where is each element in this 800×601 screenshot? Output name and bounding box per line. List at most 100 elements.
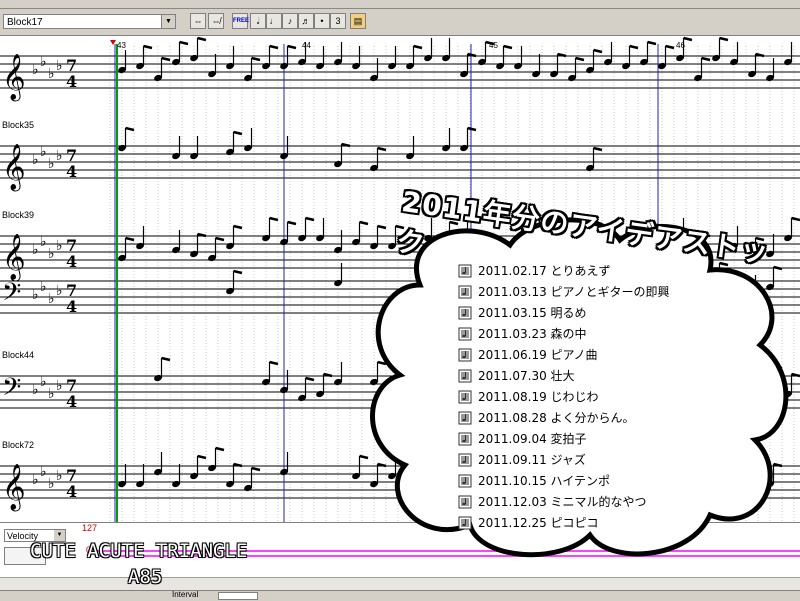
flat-icon: ♭ [56,283,63,299]
flat-icon: ♭ [32,152,39,168]
music-file-icon [458,369,472,383]
music-file-icon [458,327,472,341]
status-bar: Interval [0,590,800,601]
block-label-44: Block44 [2,350,34,360]
triplet-icon[interactable]: 3 [330,13,346,29]
flat-icon: ♭ [32,287,39,303]
flat-icon: ♭ [48,66,55,82]
flat-icon: ♭ [40,54,47,70]
music-file-icon [458,495,472,509]
note-beam [252,468,261,470]
time-signature-bottom: 4 [66,392,77,411]
flat-icon: ♭ [32,242,39,258]
note-beam [270,46,279,48]
idea-item[interactable]: 2011.02.17 とりあえず [458,260,718,281]
flat-icon: ♭ [48,156,55,172]
zoom-out-icon[interactable]: ⇎ [208,13,224,29]
note-beam [144,46,153,48]
note-beam [270,362,279,364]
music-file-icon [458,516,472,530]
chevron-down-icon[interactable]: ▼ [161,15,175,28]
free-label: FREE [233,18,249,24]
note-beam [126,128,135,130]
flat-icon: ♭ [48,476,55,492]
time-signature-bottom: 4 [66,297,77,316]
flat-icon: ♭ [56,58,63,74]
note-beam [594,50,603,52]
idea-item-label: 2011.08.28 よく分からん。 [478,409,635,426]
music-file-icon [458,285,472,299]
note-beam [468,128,477,130]
flat-icon: ♭ [56,378,63,394]
quarter-note-icon[interactable]: ♩ [266,13,282,29]
music-file-icon [458,390,472,404]
measure-number: 43 [117,41,126,50]
note-beam [216,448,225,450]
palette-icon[interactable]: ▤ [350,13,366,29]
music-file-icon [458,474,472,488]
idea-item[interactable]: 2011.12.25 ピコピコ [458,512,718,533]
idea-item-label: 2011.07.30 壮大 [478,367,575,384]
block-select-value: Block17 [7,17,43,28]
idea-item[interactable]: 2011.06.19 ピアノ曲 [458,344,718,365]
time-signature-bottom: 4 [66,162,77,181]
idea-item[interactable]: 2011.03.23 森の中 [458,323,718,344]
dot-icon[interactable]: • [314,13,330,29]
note-beam [648,42,657,44]
note-beam [666,46,675,48]
note-beam [306,218,315,220]
note-beam [378,148,387,150]
note-beam [162,58,171,60]
music-file-icon [458,411,472,425]
idea-item[interactable]: 2011.03.13 ピアノとギターの即興 [458,281,718,302]
overlay-caption: CUTE ACUTE TRIANGLE [30,540,247,562]
horizontal-scrollbar[interactable] [0,577,800,590]
eighth-note-icon[interactable]: ♪ [282,13,298,29]
idea-item[interactable]: 2011.07.30 壮大 [458,365,718,386]
note-beam [252,58,261,60]
whole-note-icon[interactable]: 𝅗𝅥 [250,13,266,29]
top-strip [0,0,800,9]
toolbar: Block17 ▼ ⇔ ⇎ FREE 𝅗𝅥 ♩ ♪ ♬ • 3 ▤ [0,9,800,36]
flat-icon: ♭ [56,468,63,484]
note-beam [306,378,315,380]
block-select[interactable]: Block17 ▼ [3,14,176,29]
idea-item[interactable]: 2011.08.19 じわじわ [458,386,718,407]
idea-item[interactable]: 2011.12.03 ミニマル的なやつ [458,491,718,512]
idea-item-label: 2011.08.19 じわじわ [478,388,599,405]
idea-item-label: 2011.03.15 明るめ [478,304,587,321]
bass-clef-icon: 𝄢 [2,278,21,313]
flat-icon: ♭ [32,472,39,488]
idea-item-label: 2011.03.13 ピアノとギターの即興 [478,283,669,300]
note-beam [270,218,279,220]
idea-item[interactable]: 2011.08.28 よく分からん。 [458,407,718,428]
note-beam [576,58,585,60]
idea-item[interactable]: 2011.03.15 明るめ [458,302,718,323]
zoom-in-icon[interactable]: ⇔ [190,13,206,29]
idea-item[interactable]: 2011.09.11 ジャズ [458,449,718,470]
time-signature-bottom: 4 [66,482,77,501]
flat-icon: ♭ [40,279,47,295]
note-beam [198,38,207,40]
note-beam [720,38,729,40]
idea-item-label: 2011.09.04 変拍子 [478,430,587,447]
idea-item[interactable]: 2011.10.15 ハイテンポ [458,470,718,491]
flat-icon: ♭ [56,238,63,254]
sixteenth-note-icon[interactable]: ♬ [298,13,314,29]
treble-clef-icon: 𝄞 [2,464,26,512]
idea-item-label: 2011.12.03 ミニマル的なやつ [478,493,647,510]
note-beam [630,46,639,48]
idea-item-label: 2011.12.25 ピコピコ [478,514,599,531]
overlay-code: A85 [128,566,162,588]
block-label-72: Block72 [2,440,34,450]
interval-label: Interval [172,590,198,599]
note-beam [414,46,423,48]
music-file-icon [458,453,472,467]
note-beam [234,271,243,273]
idea-item[interactable]: 2011.09.04 変拍子 [458,428,718,449]
velocity-max: 127 [82,523,97,533]
free-duration-button[interactable]: FREE [232,13,248,29]
music-file-icon [458,264,472,278]
interval-field[interactable] [218,592,258,600]
note-beam [288,222,297,224]
